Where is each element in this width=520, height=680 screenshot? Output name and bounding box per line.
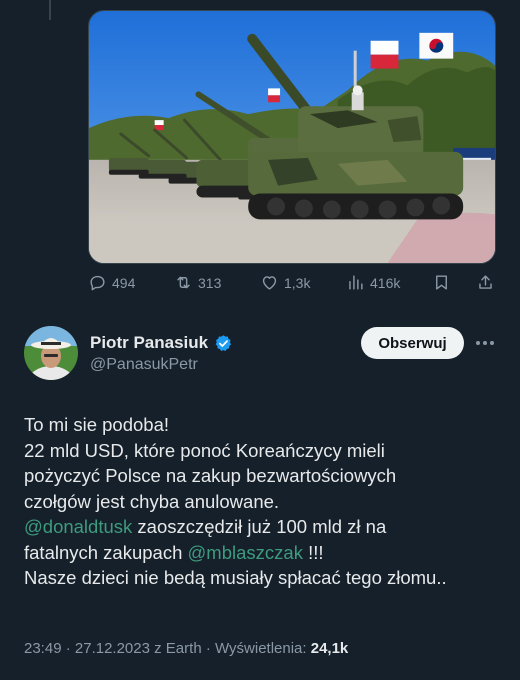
bookmark-button[interactable]: [432, 273, 451, 292]
verified-badge-icon: [215, 334, 232, 351]
author-name[interactable]: Piotr Panasiuk: [90, 333, 208, 353]
author-avatar[interactable]: [24, 326, 78, 380]
meta-separator: ·: [61, 640, 75, 657]
tweet-line: fatalnych zakupach @mblaszczak !!!: [24, 540, 504, 566]
mention-link[interactable]: @donaldtusk: [24, 516, 132, 537]
reply-button[interactable]: 494: [88, 273, 135, 292]
views-total[interactable]: 24,1k: [311, 640, 349, 657]
retweet-icon: [177, 276, 190, 289]
analytics-icon: [349, 275, 363, 290]
tweet-line: czołgów jest chyba anulowane.: [24, 490, 280, 512]
like-count: 1,3k: [284, 274, 311, 291]
tweet-line-segment: zaoszczędził już 100 mld zł na: [132, 516, 387, 537]
retweet-count: 313: [198, 274, 222, 291]
heart-icon: [262, 276, 277, 290]
reply-count: 494: [112, 274, 136, 291]
like-button[interactable]: 1,3k: [260, 273, 310, 292]
tweet-image-tanks[interactable]: [88, 10, 496, 264]
tank-photo: [89, 11, 495, 263]
more-dot: [490, 341, 494, 345]
share-icon: [479, 275, 492, 289]
tweet-date[interactable]: 27.12.2023: [75, 640, 150, 657]
views-count: 416k: [370, 274, 401, 291]
views-label: Wyświetlenia:: [215, 640, 311, 657]
avatar-image: [24, 326, 78, 380]
more-dot: [483, 341, 487, 345]
author-name-row[interactable]: Piotr Panasiuk: [90, 333, 233, 353]
tweet-line-segment: !!!: [302, 541, 324, 563]
share-button[interactable]: [476, 273, 495, 292]
tweet-line: 22 mld USD, które ponoć Koreańczycy miel…: [24, 439, 385, 461]
more-options-icon[interactable]: [474, 333, 496, 353]
tweet-line: To mi sie podoba!: [24, 414, 170, 435]
retweet-button[interactable]: 313: [174, 273, 221, 292]
mention-link[interactable]: @mblaszczak: [188, 542, 303, 563]
meta-separator: ·: [201, 640, 215, 657]
tweet-time[interactable]: 23:49: [24, 640, 62, 657]
bookmark-icon: [436, 275, 447, 290]
previous-tweet-action-bar: 494 313 1,3k 416k: [88, 273, 496, 297]
tweet-line: Nasze dzieci nie bedą musiały spłacać te…: [24, 567, 447, 588]
tweet-text: To mi sie podoba! 22 mld USD, które pono…: [24, 412, 504, 591]
tweet-meta: 23:49 · 27.12.2023 z Earth · Wyświetleni…: [24, 640, 348, 657]
tweet-line: @donaldtusk zaoszczędził już 100 mld zł …: [24, 514, 504, 540]
tweet-line: pożyczyć Polsce na zakup bezwartościowyc…: [24, 465, 397, 486]
follow-button[interactable]: Obserwuj: [361, 327, 464, 359]
reply-icon: [90, 275, 105, 291]
views-button[interactable]: 416k: [346, 273, 400, 292]
tweet-source: z Earth: [149, 640, 202, 657]
author-handle[interactable]: @PanasukPetr: [90, 356, 198, 374]
thread-connector-line: [49, 0, 51, 20]
more-dot: [476, 341, 480, 345]
tweet-line-segment: fatalnych zakupach: [24, 541, 188, 563]
